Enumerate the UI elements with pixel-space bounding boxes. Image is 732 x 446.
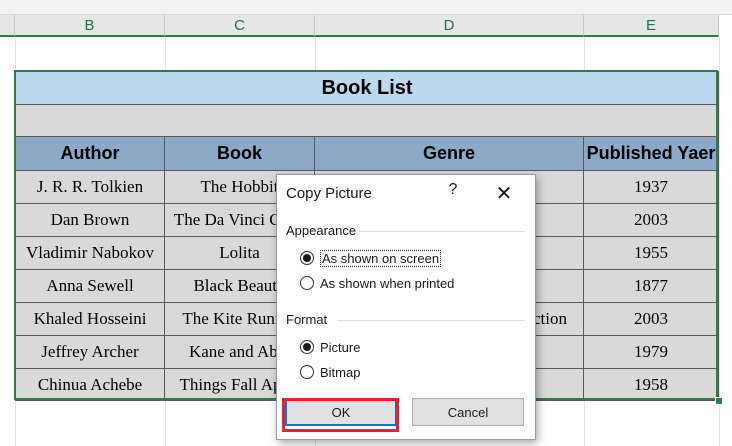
radio-as-shown-on-screen[interactable]: [300, 251, 314, 265]
option-label: As shown on screen: [320, 250, 442, 267]
appearance-group-label: Appearance: [286, 223, 357, 238]
cell-year[interactable]: 1877: [584, 270, 719, 303]
radio-as-shown-when-printed[interactable]: [300, 276, 314, 290]
cell-year[interactable]: 1955: [584, 237, 719, 270]
group-divider: [337, 320, 525, 321]
cell-author[interactable]: Chinua Achebe: [15, 369, 165, 401]
help-button[interactable]: ?: [443, 181, 463, 199]
header-published-year[interactable]: Published Yaer: [584, 137, 719, 171]
cell-author[interactable]: Dan Brown: [15, 204, 165, 237]
option-as-shown-when-printed[interactable]: As shown when printed: [320, 276, 454, 291]
fill-handle[interactable]: [715, 397, 723, 405]
table-title[interactable]: Book List: [15, 71, 719, 105]
group-divider: [359, 231, 525, 232]
header-genre[interactable]: Genre: [315, 137, 584, 171]
column-header-d[interactable]: D: [315, 15, 584, 37]
blank-row[interactable]: [15, 105, 719, 137]
header-author[interactable]: Author: [15, 137, 165, 171]
gridline: [719, 38, 720, 446]
column-header-b[interactable]: B: [15, 15, 165, 37]
radio-picture[interactable]: [300, 340, 314, 354]
cell-year[interactable]: 2003: [584, 204, 719, 237]
option-picture[interactable]: Picture: [320, 340, 360, 355]
cell-year[interactable]: 2003: [584, 303, 719, 336]
formula-bar-strip: [0, 0, 732, 15]
dialog-title: Copy Picture: [286, 185, 372, 202]
radio-bitmap[interactable]: [300, 365, 314, 379]
format-group-label: Format: [286, 312, 328, 327]
close-button[interactable]: ✕: [492, 181, 516, 206]
column-header-corner[interactable]: [0, 15, 15, 37]
cell-author[interactable]: Vladimir Nabokov: [15, 237, 165, 270]
cell-year[interactable]: 1979: [584, 336, 719, 369]
option-bitmap[interactable]: Bitmap: [320, 365, 360, 380]
column-header-c[interactable]: C: [165, 15, 315, 37]
cell-author[interactable]: Anna Sewell: [15, 270, 165, 303]
cancel-button[interactable]: Cancel: [412, 398, 524, 426]
option-as-shown-on-screen[interactable]: As shown on screen: [320, 250, 442, 267]
ok-button[interactable]: OK: [285, 398, 397, 426]
copy-picture-dialog: Copy Picture ? ✕ Appearance As shown on …: [276, 174, 536, 440]
header-book[interactable]: Book: [165, 137, 315, 171]
cell-year[interactable]: 1937: [584, 171, 719, 204]
column-header-e[interactable]: E: [584, 15, 719, 37]
cell-author[interactable]: Jeffrey Archer: [15, 336, 165, 369]
cell-author[interactable]: Khaled Hosseini: [15, 303, 165, 336]
cell-year[interactable]: 1958: [584, 369, 719, 401]
cell-author[interactable]: J. R. R. Tolkien: [15, 171, 165, 204]
